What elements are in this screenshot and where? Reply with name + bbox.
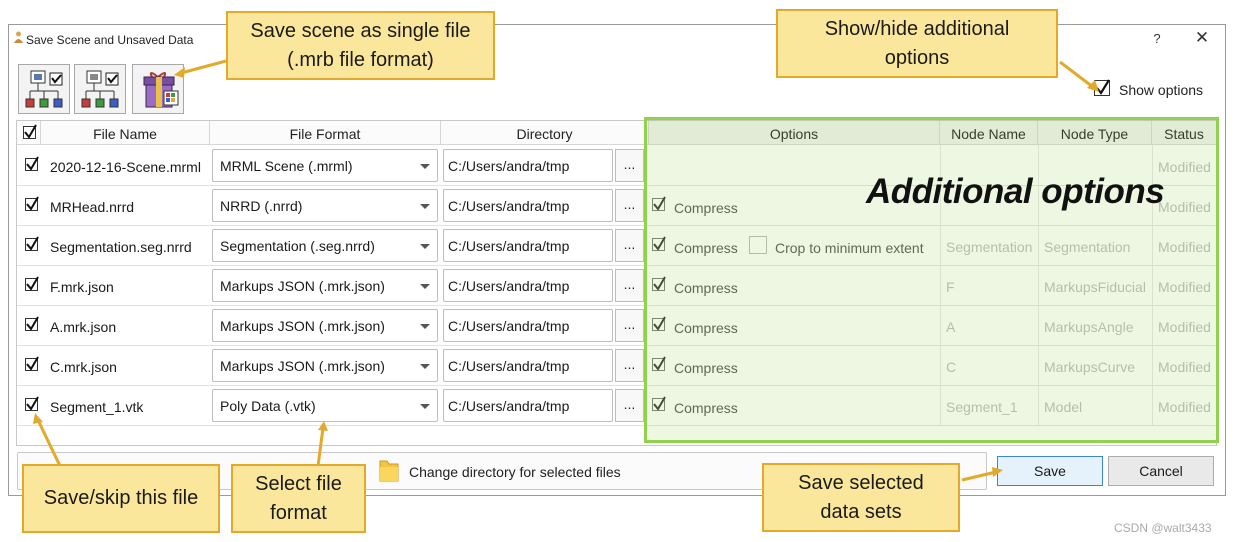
callout-text: Save/skip this file xyxy=(43,487,199,509)
callout-text: Show/hide additional xyxy=(824,17,1010,40)
watermark: CSDN @walt3433 xyxy=(1114,521,1212,535)
save-selected-callout: Save selected data sets xyxy=(762,463,960,532)
callout-arrows xyxy=(33,59,1099,482)
callout-text: Save scene as single file xyxy=(250,19,471,42)
callout-text: Select file xyxy=(255,472,342,495)
show-hide-callout: Show/hide additional options xyxy=(776,9,1058,78)
save-skip-callout: Save/skip this file xyxy=(22,464,220,533)
callout-text: data sets xyxy=(820,500,902,523)
save-scene-callout: Save scene as single file (.mrb file for… xyxy=(226,11,495,80)
callout-text: options xyxy=(884,46,950,69)
callout-text: Save selected xyxy=(798,471,924,494)
select-format-callout: Select file format xyxy=(231,464,366,533)
callout-text: format xyxy=(270,501,327,524)
callout-text: (.mrb file format) xyxy=(287,48,434,71)
